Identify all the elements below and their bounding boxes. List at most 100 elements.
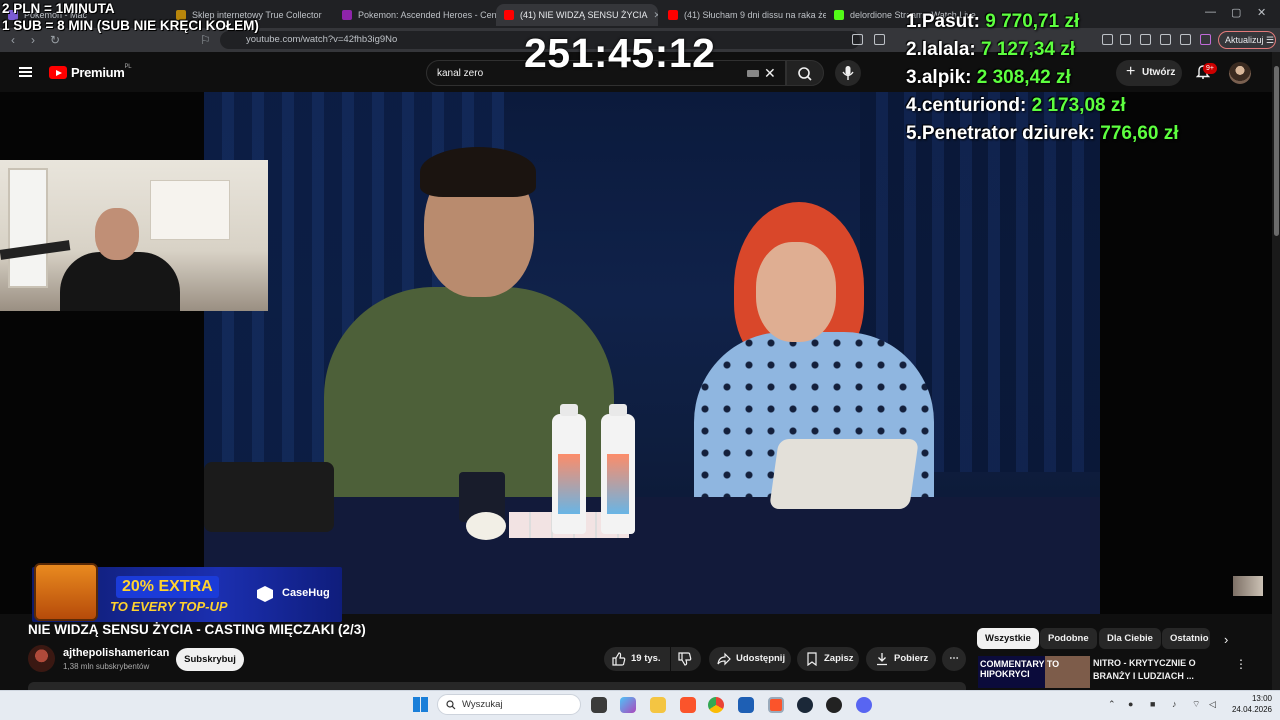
tray-chevron-icon[interactable]: ⌃ (1108, 699, 1116, 710)
camera-prop (204, 462, 334, 532)
chip-for-you[interactable]: Dla Ciebie (1099, 628, 1161, 649)
back-icon[interactable]: ‹ (11, 33, 15, 47)
rate-line-1: 2 PLN = 1MINUTA (2, 1, 115, 16)
taskbar-search-text: Wyszukaj (462, 699, 503, 710)
keyboard-icon[interactable] (747, 70, 759, 77)
channel-name[interactable]: ajthepolishamerican (63, 647, 169, 659)
mic-tray-icon[interactable]: ♪ (1172, 699, 1177, 709)
tray-app-icon[interactable]: ● (1128, 699, 1133, 709)
recommended-thumbnail[interactable]: COMMENTARY TO HIPOKRYCI (978, 656, 1090, 688)
tab-favicon-icon (342, 10, 352, 20)
video-title: NIE WIDZĄ SENSU ŻYCIA - CASTING MIĘCZAKI… (28, 622, 366, 637)
tray-clock[interactable]: 13:00 24.04.2026 (1226, 693, 1272, 715)
close-window-icon[interactable]: ✕ (1257, 6, 1266, 19)
url-text: youtube.com/watch?v=42fhb3ig9No (246, 34, 398, 45)
bottle-prop (552, 404, 586, 534)
scrollbar-thumb[interactable] (1274, 66, 1279, 236)
voice-search-button[interactable] (835, 60, 861, 86)
search-value: kanal zero (437, 68, 484, 79)
clock-date: 24.04.2026 (1231, 705, 1272, 714)
ad-banner[interactable]: 20% EXTRA TO EVERY TOP-UP CaseHug (32, 563, 342, 622)
minimize-icon[interactable]: — (1205, 6, 1216, 18)
thumbs-down-icon (678, 652, 692, 666)
copilot-icon[interactable] (620, 697, 636, 713)
tab-pokemon-prices[interactable]: Pokemon: Ascended Heroes - Ceny K (334, 4, 496, 26)
tab-dissu[interactable]: (41) Słucham 9 dni dissu na raka żeb (660, 4, 826, 26)
tray-app-icon[interactable]: ■ (1150, 699, 1155, 709)
youtube-brand[interactable]: PremiumPL (71, 63, 132, 80)
brave-icon[interactable] (680, 697, 696, 713)
maximize-icon[interactable]: ▢ (1231, 6, 1241, 19)
task-view-icon[interactable] (591, 697, 607, 713)
streamer (60, 200, 180, 311)
subscribe-button[interactable]: Subskrybuj (176, 648, 244, 671)
youtube-favicon-icon (668, 10, 678, 20)
download-button[interactable]: Pobierz (866, 647, 936, 671)
bookmark-icon[interactable]: ⚐ (200, 33, 211, 47)
save-button[interactable]: Zapisz (797, 647, 859, 671)
search-icon (446, 700, 456, 710)
leaderboard-row: 2.lalala: 7 127,34 zł (906, 39, 1076, 60)
more-actions-button[interactable]: ⋯ (942, 647, 966, 671)
dislike-button[interactable] (671, 647, 701, 671)
search-button[interactable] (786, 60, 824, 86)
close-tab-icon[interactable]: ✕ (648, 10, 658, 21)
chips-next-icon[interactable]: › (1224, 632, 1228, 647)
rate-line-2: 1 SUB = 8 MIN (SUB NIE KRĘCI KOŁEM) (2, 18, 259, 33)
mini-thumbnail[interactable] (1233, 576, 1263, 596)
ad-brand: CaseHug (282, 587, 330, 599)
windows-start-icon[interactable] (413, 697, 428, 712)
obs-icon[interactable] (826, 697, 842, 713)
kebab-menu-icon[interactable]: ⋮ (1235, 657, 1247, 671)
volume-icon[interactable]: ◁ (1209, 699, 1216, 710)
thumbs-up-icon (612, 652, 626, 666)
tab-active-video[interactable]: (41) NIE WIDZĄ SENSU ŻYCIA ✕ (496, 4, 658, 26)
more-icon: ⋯ (949, 653, 959, 664)
youtube-logo-icon[interactable] (49, 66, 67, 79)
subathon-timer: 251:45:12 (524, 30, 716, 76)
chip-similar[interactable]: Podobne (1040, 628, 1097, 649)
discord-icon[interactable] (856, 697, 872, 713)
treasure-chest-icon (34, 563, 98, 621)
egg-prop (466, 512, 506, 540)
leaderboard-row: 1.Pasut: 9 770,71 zł (906, 11, 1080, 32)
clear-search-icon[interactable]: ✕ (764, 65, 776, 82)
chip-all[interactable]: Wszystkie (977, 628, 1039, 649)
store-icon[interactable] (738, 697, 754, 713)
tab-label: (41) NIE WIDZĄ SENSU ŻYCIA (520, 10, 648, 20)
like-button[interactable]: 19 tys. (604, 647, 670, 671)
cast-icon[interactable] (852, 34, 863, 45)
download-icon (877, 653, 887, 666)
share-page-icon[interactable] (874, 34, 885, 45)
mic-icon (842, 66, 854, 80)
search-icon (798, 67, 812, 81)
menu-icon[interactable] (19, 67, 32, 77)
taskbar-search[interactable]: Wyszukaj (437, 694, 581, 715)
share-button[interactable]: Udostępnij (709, 647, 791, 671)
file-explorer-icon[interactable] (650, 697, 666, 713)
download-label: Pobierz (894, 653, 929, 664)
update-button[interactable]: Aktualizuj ☰ (1218, 31, 1276, 49)
chrome-icon[interactable] (708, 697, 724, 713)
avatar[interactable] (1229, 62, 1251, 84)
recommended-title[interactable]: NITRO - KRYTYCZNIE O BRANŻY I LUDZIACH .… (1093, 657, 1223, 683)
chip-recent[interactable]: Ostatnio (1162, 628, 1210, 649)
phone-prop (769, 439, 919, 509)
brave-active-icon[interactable] (768, 697, 784, 713)
region-code: PL (124, 63, 132, 70)
video-frame (204, 92, 1100, 614)
leaderboard-row: 3.alpik: 2 308,42 zł (906, 67, 1071, 88)
windows-taskbar (0, 690, 1280, 720)
notification-badge: 9+ (1203, 63, 1217, 74)
forward-icon[interactable]: › (31, 33, 35, 47)
vpn-icon[interactable] (1180, 34, 1191, 45)
steam-icon[interactable] (797, 697, 813, 713)
channel-avatar[interactable] (28, 645, 55, 672)
like-count: 19 tys. (631, 653, 661, 664)
profile-icon[interactable] (1200, 34, 1211, 45)
description-box[interactable] (28, 682, 966, 690)
network-icon[interactable]: ⌔ (1192, 699, 1200, 710)
reload-icon[interactable]: ↻ (50, 33, 60, 47)
thumbnail-text: COMMENTARY TO HIPOKRYCI (980, 659, 1060, 679)
kick-favicon-icon (834, 10, 844, 20)
